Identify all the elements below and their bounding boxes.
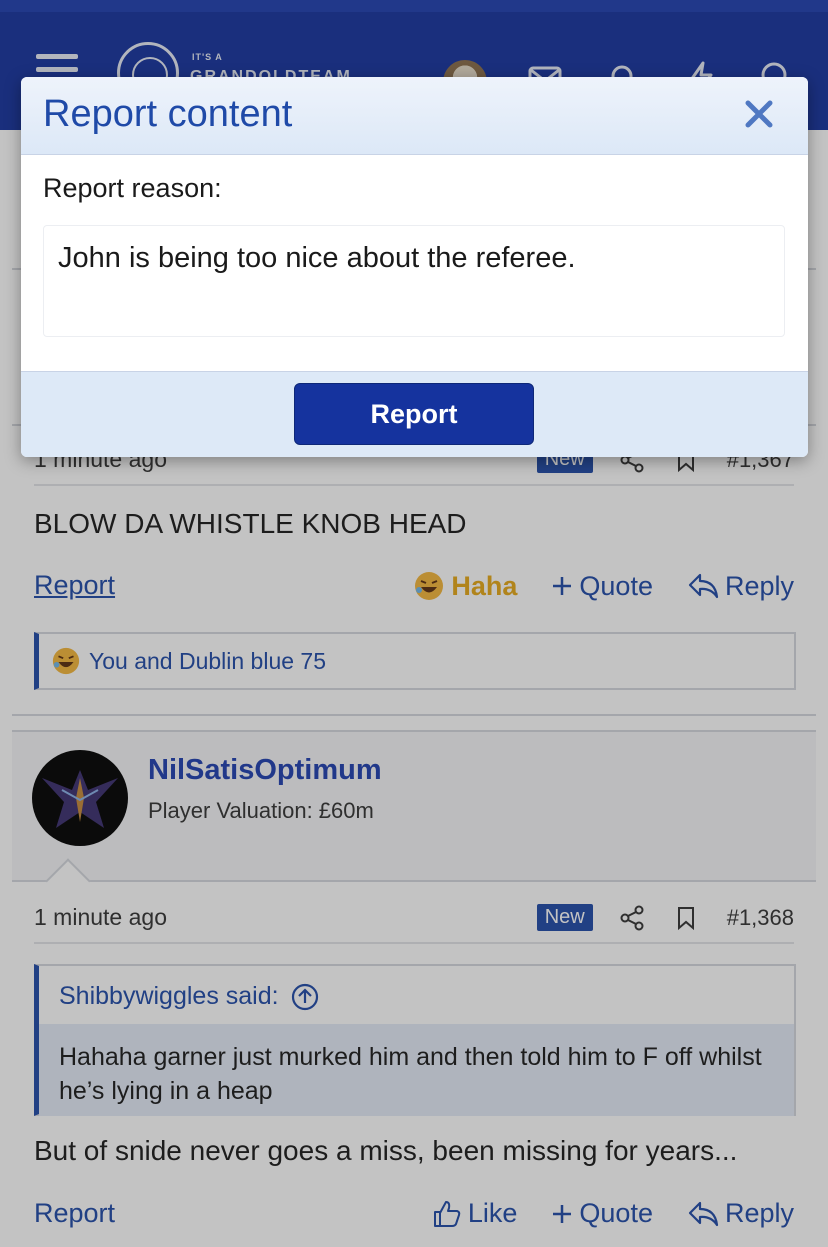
report-reason-label: Report reason: bbox=[43, 173, 222, 203]
report-submit-button[interactable]: Report bbox=[294, 383, 534, 445]
report-modal: Report content Report reason: John is be… bbox=[21, 77, 808, 457]
report-reason-input[interactable]: John is being too nice about the referee… bbox=[43, 225, 785, 337]
modal-footer: Report bbox=[21, 371, 808, 457]
modal-header: Report content bbox=[21, 77, 808, 155]
close-icon[interactable] bbox=[740, 95, 778, 133]
modal-title: Report content bbox=[43, 93, 293, 135]
